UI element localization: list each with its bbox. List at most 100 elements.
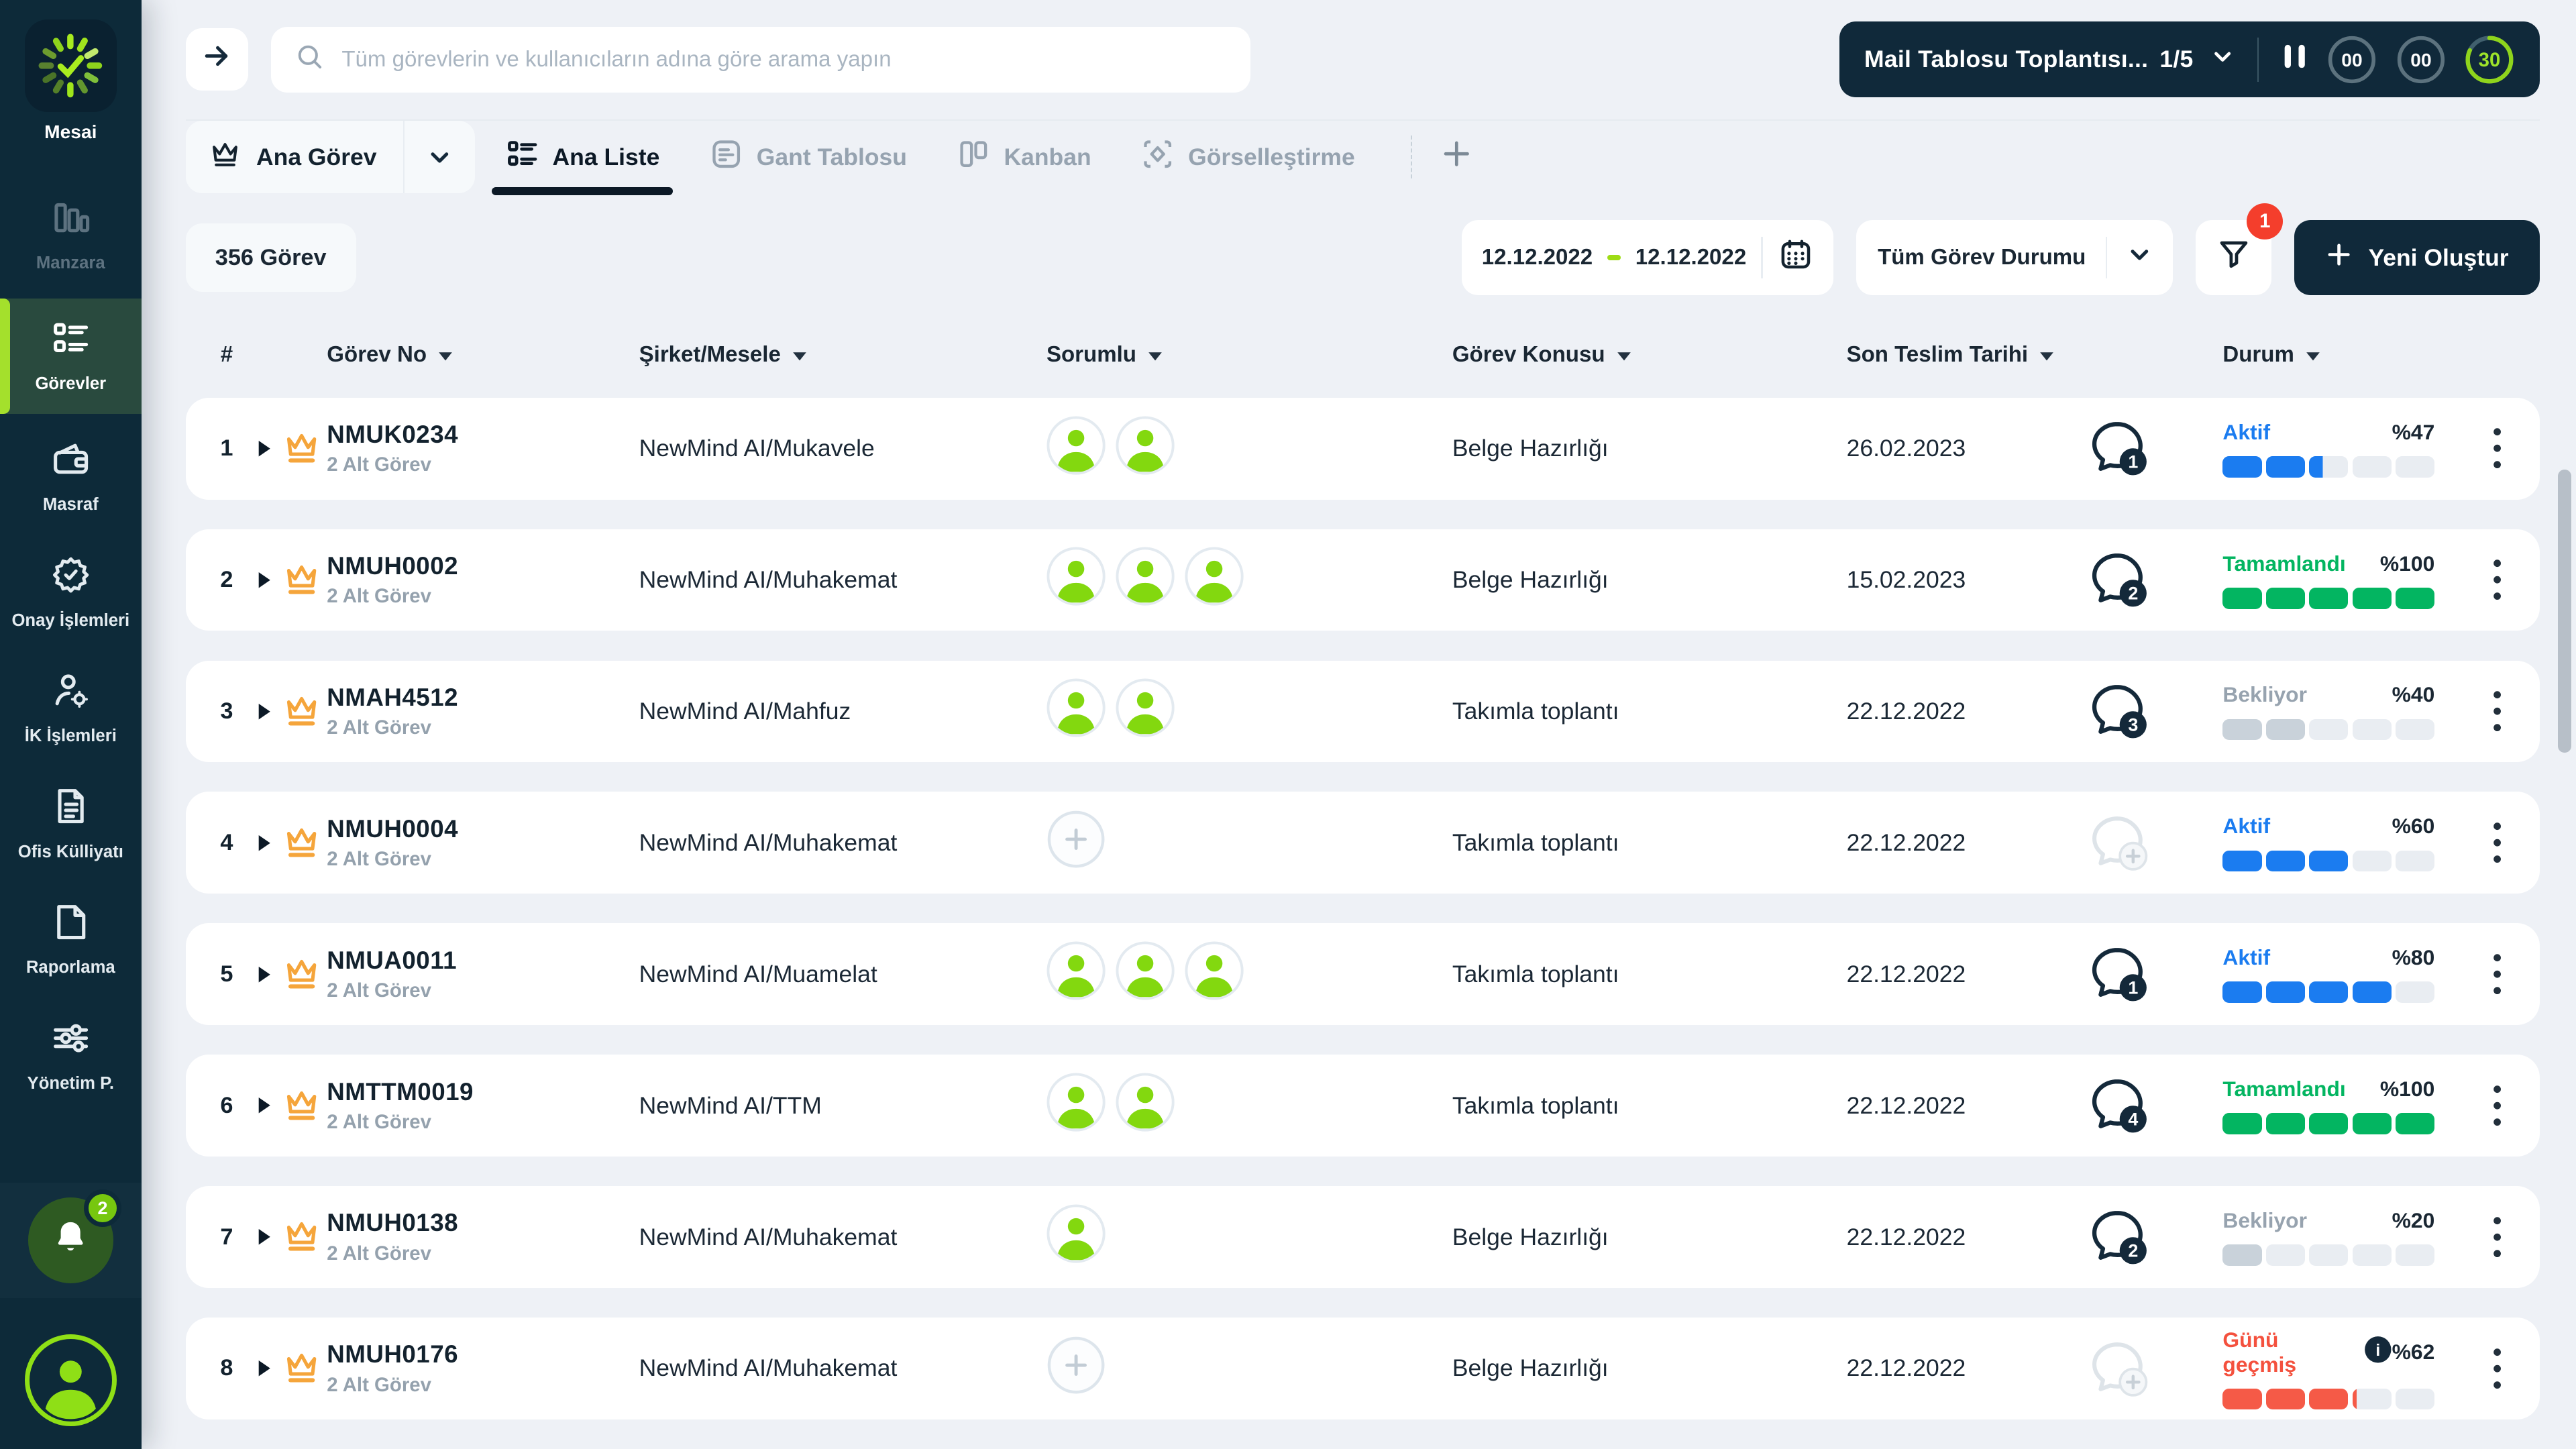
row-menu-button[interactable] xyxy=(2484,553,2510,606)
user-avatar[interactable] xyxy=(25,1334,117,1426)
expand-caret-icon[interactable] xyxy=(248,702,281,721)
divider xyxy=(2257,38,2259,82)
table-row[interactable]: 2NMUH00022 Alt GörevNewMind AI/Muhakemat… xyxy=(186,529,2540,631)
progress-segment xyxy=(2222,1113,2261,1134)
sidebar-expand-button[interactable] xyxy=(186,28,248,91)
add-assignee-button[interactable] xyxy=(1046,1336,1106,1401)
add-view-button[interactable] xyxy=(1428,129,1484,184)
sidebar: Mesai Manzara Görevler MasrafOnay İşlemler… xyxy=(0,0,142,1449)
task-level-selector-caret[interactable] xyxy=(403,121,476,193)
topic-cell: Takımla toplantı xyxy=(1452,698,1847,725)
table-row[interactable]: 8NMUH01762 Alt GörevNewMind AI/Muhakemat… xyxy=(186,1318,2540,1419)
progress-segment xyxy=(2266,1113,2305,1134)
scrollbar-thumb[interactable] xyxy=(2558,470,2571,752)
sidebar-item-task-list[interactable]: Görevler xyxy=(0,299,142,415)
row-menu-button[interactable] xyxy=(2484,422,2510,474)
due-date-cell: 15.02.2023 xyxy=(1847,566,2084,594)
task-id-cell: NMAH45122 Alt Görev xyxy=(327,684,639,739)
date-start: 12.12.2022 xyxy=(1482,245,1593,270)
comments-button[interactable]: 1 xyxy=(2083,940,2222,1009)
column-header[interactable]: Görev Konusu xyxy=(1452,342,1847,368)
row-menu-button[interactable] xyxy=(2484,685,2510,737)
table-row[interactable]: 7NMUH01382 Alt GörevNewMind AI/Muhakemat… xyxy=(186,1186,2540,1288)
row-menu-button[interactable] xyxy=(2484,1211,2510,1263)
column-header[interactable]: Şirket/Mesele xyxy=(639,342,1046,368)
add-comment-button[interactable] xyxy=(2083,1334,2222,1403)
comments-button[interactable]: 3 xyxy=(2083,677,2222,746)
task-level-selector[interactable]: Ana Görev xyxy=(186,121,476,193)
comments-button[interactable]: 1 xyxy=(2083,414,2222,483)
row-menu-button[interactable] xyxy=(2484,1342,2510,1395)
add-comment-button[interactable] xyxy=(2083,808,2222,877)
progress-segment xyxy=(2309,1389,2348,1410)
table-row[interactable]: 6NMTTM00192 Alt GörevNewMind AI/TTMTakım… xyxy=(186,1055,2540,1157)
pause-icon[interactable] xyxy=(2282,42,2308,78)
expand-caret-icon[interactable] xyxy=(248,1095,281,1115)
expand-caret-icon[interactable] xyxy=(248,1227,281,1246)
status-label: Aktif xyxy=(2222,420,2270,445)
sidebar-item-label: Görevler xyxy=(35,374,106,394)
task-id-cell: NMUH01762 Alt Görev xyxy=(327,1340,639,1396)
crown-icon xyxy=(281,1216,327,1257)
search-input[interactable] xyxy=(341,47,1227,72)
table-row[interactable]: 4NMUH00042 Alt GörevNewMind AI/Muhakemat… xyxy=(186,792,2540,894)
column-header-label: Görev No xyxy=(327,342,427,368)
status-label: Aktif xyxy=(2222,814,2270,839)
date-end: 12.12.2022 xyxy=(1635,245,1746,270)
meeting-timer-pill: Mail Tablosu Toplantısı...1/5 00 00 30 xyxy=(1839,21,2540,97)
sidebar-item-wallet[interactable]: Masraf xyxy=(0,424,142,530)
progress-segment xyxy=(2353,851,2392,872)
progress-segment xyxy=(2396,1244,2434,1266)
funnel-icon xyxy=(2216,236,2252,279)
comments-button[interactable]: 4 xyxy=(2083,1071,2222,1140)
expand-caret-icon[interactable] xyxy=(248,965,281,984)
comments-button[interactable]: 2 xyxy=(2083,545,2222,614)
row-menu-button[interactable] xyxy=(2484,816,2510,869)
comments-button[interactable]: 2 xyxy=(2083,1203,2222,1272)
tab-visualize[interactable]: Görselleştirme xyxy=(1140,121,1355,194)
topbar: Mail Tablosu Toplantısı...1/5 00 00 30 xyxy=(186,0,2540,119)
column-header[interactable]: Son Teslim Tarihi xyxy=(1847,342,2084,368)
due-date-cell: 22.12.2022 xyxy=(1847,1354,2084,1382)
progress-segment xyxy=(2222,851,2261,872)
date-range-picker[interactable]: 12.12.2022 12.12.2022 xyxy=(1462,220,1833,296)
expand-caret-icon[interactable] xyxy=(248,833,281,853)
chevron-down-icon[interactable] xyxy=(2211,45,2234,74)
sidebar-item-gear-check[interactable]: Onay İşlemleri xyxy=(0,539,142,645)
table-row[interactable]: 3NMAH45122 Alt GörevNewMind AI/MahfuzTak… xyxy=(186,661,2540,763)
column-header[interactable]: Sorumlu xyxy=(1046,342,1452,368)
expand-caret-icon[interactable] xyxy=(248,439,281,458)
column-header[interactable]: Durum xyxy=(2222,342,2461,368)
create-task-button[interactable]: Yeni Oluştur xyxy=(2294,220,2540,296)
tab-list[interactable]: Ana Liste xyxy=(505,121,660,194)
company-cell: NewMind AI/Muhakemat xyxy=(639,566,1046,594)
user-gear-icon xyxy=(50,670,91,718)
column-header[interactable]: Görev No xyxy=(327,342,639,368)
company-cell: NewMind AI/Muhakemat xyxy=(639,1224,1046,1251)
row-menu-button[interactable] xyxy=(2484,1079,2510,1132)
sidebar-item-sliders[interactable]: Yönetim P. xyxy=(0,1002,142,1108)
status-cell: Tamamlandı%100 xyxy=(2222,1077,2434,1134)
add-assignee-button[interactable] xyxy=(1046,810,1106,875)
progress-segment xyxy=(2353,719,2392,741)
tab-gantt[interactable]: Gant Tablosu xyxy=(709,121,907,194)
expand-caret-icon[interactable] xyxy=(248,570,281,590)
tab-label: Kanban xyxy=(1004,144,1091,171)
sidebar-item-document[interactable]: Ofis Külliyatı xyxy=(0,771,142,877)
app-logo: Mesai xyxy=(25,19,117,143)
sidebar-item-bar-chart[interactable]: Manzara xyxy=(0,182,142,288)
sidebar-item-file[interactable]: Raporlama xyxy=(0,887,142,993)
status-filter-dropdown[interactable]: Tüm Görev Durumu xyxy=(1856,220,2173,296)
table-row[interactable]: 5NMUA00112 Alt GörevNewMind AI/MuamelatT… xyxy=(186,923,2540,1025)
row-menu-button[interactable] xyxy=(2484,948,2510,1000)
status-percent: %20 xyxy=(2392,1208,2435,1233)
filter-button[interactable]: 1 xyxy=(2196,220,2271,296)
notifications-button[interactable]: 2 xyxy=(28,1197,113,1283)
task-code: NMUK0234 xyxy=(327,421,639,449)
svg-text:1: 1 xyxy=(2129,452,2139,472)
tab-kanban[interactable]: Kanban xyxy=(956,121,1091,194)
sidebar-item-user-gear[interactable]: İK İşlemleri xyxy=(0,655,142,761)
table-row[interactable]: 1NMUK02342 Alt GörevNewMind AI/MukaveleB… xyxy=(186,398,2540,500)
topic-cell: Belge Hazırlığı xyxy=(1452,1354,1847,1382)
expand-caret-icon[interactable] xyxy=(248,1358,281,1378)
